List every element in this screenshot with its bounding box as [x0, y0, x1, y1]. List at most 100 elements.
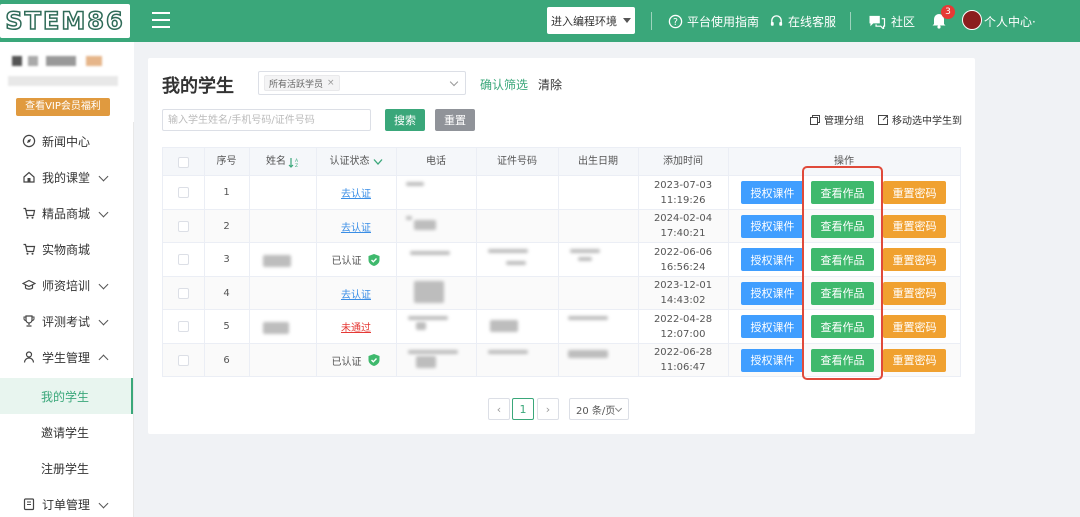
service-link[interactable]: 在线客服	[769, 12, 836, 30]
view-works-button[interactable]: 查看作品	[811, 281, 874, 305]
row-select-cell	[163, 243, 204, 276]
move-students-link[interactable]: 移动选中学生到	[878, 112, 962, 127]
view-works-button[interactable]: 查看作品	[811, 214, 874, 238]
reset-password-button[interactable]: 重置密码	[883, 315, 946, 338]
verify-link[interactable]: 去认证	[341, 286, 371, 301]
reset-password-button[interactable]: 重置密码	[883, 348, 946, 372]
confirm-filter-link[interactable]: 确认筛选	[480, 76, 528, 93]
user-center-label: 个人中心·	[984, 14, 1036, 29]
student-name	[249, 176, 316, 209]
manage-group-link[interactable]: 管理分组	[810, 112, 864, 127]
sidebar-item-exams[interactable]: 评测考试	[0, 303, 133, 339]
col-header-name[interactable]: 姓名 AZ	[249, 148, 316, 176]
search-input[interactable]	[162, 109, 371, 131]
page-size-select[interactable]: 20 条/页	[569, 398, 629, 420]
authorize-courseware-button[interactable]: 授权课件	[741, 281, 804, 305]
col-divider	[204, 148, 205, 376]
student-filter-select[interactable]: 所有活跃学员 ×	[258, 71, 466, 95]
authorize-courseware-button[interactable]: 授权课件	[741, 348, 804, 372]
verified-status: 已认证	[332, 353, 381, 368]
col-header-cert-label: 认证状态	[329, 156, 370, 167]
sidebar-item-student-management[interactable]: 学生管理	[0, 339, 133, 375]
vip-benefits-button[interactable]: 查看VIP会员福利	[16, 98, 110, 116]
table-header: 序号 姓名 AZ 认证状态 电话 证件号码 出生日期 添加时间 操作	[163, 148, 960, 176]
cert-status: 已认证	[316, 243, 396, 276]
authorize-courseware-button[interactable]: 授权课件	[741, 248, 804, 271]
view-works-button[interactable]: 查看作品	[811, 348, 874, 372]
reset-password-button[interactable]: 重置密码	[883, 248, 946, 271]
sidebar-subitem-invite-students[interactable]: 邀请学生	[0, 414, 133, 450]
verify-link[interactable]: 去认证	[341, 219, 371, 234]
menu-toggle-icon[interactable]	[152, 12, 170, 28]
sidebar-subitem-register-students[interactable]: 注册学生	[0, 450, 133, 486]
blurred-value	[488, 349, 528, 354]
reset-password-button[interactable]: 重置密码	[883, 281, 946, 305]
blurred-value	[263, 322, 289, 334]
row-select-cell	[163, 344, 204, 377]
id-number-cell	[476, 243, 558, 276]
authorize-courseware-button[interactable]: 授权课件	[741, 181, 804, 204]
guide-link[interactable]: ? 平台使用指南	[668, 12, 759, 30]
logo[interactable]: STEM86	[0, 4, 130, 38]
row-checkbox[interactable]	[178, 287, 189, 299]
col-header-cert[interactable]: 认证状态	[316, 148, 396, 176]
col-header-phone: 电话	[426, 156, 446, 167]
community-link[interactable]: 社区	[867, 12, 915, 30]
select-all-checkbox[interactable]	[178, 156, 189, 168]
verified-label: 已认证	[331, 356, 362, 368]
sidebar-item-orders[interactable]: 订单管理	[0, 486, 133, 517]
sidebar-item-classroom[interactable]: 我的课堂	[0, 159, 133, 195]
authorize-courseware-button[interactable]: 授权课件	[741, 315, 804, 338]
page-number-button[interactable]: 1	[512, 398, 534, 420]
sidebar-item-teacher-training[interactable]: 师资培训	[0, 267, 133, 303]
notification-bell[interactable]: 3	[930, 5, 955, 31]
notification-badge: 3	[941, 5, 955, 19]
blurred-value	[568, 316, 608, 320]
clear-filter-link[interactable]: 清除	[538, 76, 562, 93]
row-number: 1	[223, 187, 230, 198]
view-works-button[interactable]: 查看作品	[811, 248, 874, 271]
programming-env-button[interactable]: 进入编程环境	[547, 7, 635, 34]
phone-cell	[396, 210, 476, 243]
help-icon: ?	[668, 14, 683, 28]
copy-icon	[810, 114, 820, 125]
sidebar-item-news[interactable]: 新闻中心	[0, 123, 133, 159]
close-icon[interactable]: ×	[327, 78, 335, 88]
sidebar-subitem-my-students[interactable]: 我的学生	[0, 378, 133, 414]
row-checkbox[interactable]	[178, 254, 189, 265]
svg-text:?: ?	[673, 16, 678, 27]
chat-icon	[869, 15, 886, 29]
row-select-cell	[163, 176, 204, 209]
trophy-icon	[22, 314, 36, 328]
sidebar-subitem-label: 邀请学生	[41, 425, 90, 440]
verify-link[interactable]: 去认证	[341, 185, 371, 200]
sidebar-item-label: 我的课堂	[42, 170, 91, 185]
row-checkbox[interactable]	[178, 354, 189, 366]
sidebar-item-label: 学生管理	[42, 350, 91, 365]
phone-cell	[396, 277, 476, 310]
verify-failed-link[interactable]: 未通过	[341, 319, 371, 334]
sidebar-item-physical-shop[interactable]: 实物商城	[0, 231, 133, 267]
row-checkbox[interactable]	[178, 187, 189, 198]
prev-page-button[interactable]: ‹	[488, 398, 510, 420]
student-name	[249, 344, 316, 377]
view-works-button[interactable]: 查看作品	[811, 181, 874, 204]
added-time: 2022-06-28 11:06:47	[638, 344, 728, 377]
reset-password-button[interactable]: 重置密码	[883, 214, 946, 238]
divider	[850, 12, 851, 30]
verified-label: 已认证	[331, 256, 362, 267]
user-center-link[interactable]: 个人中心·	[984, 12, 1036, 30]
row-checkbox[interactable]	[178, 220, 189, 232]
verified-shield-icon	[368, 253, 379, 266]
reset-password-button[interactable]: 重置密码	[883, 181, 946, 204]
row-checkbox[interactable]	[178, 321, 189, 332]
select-all-cell	[163, 148, 204, 176]
chevron-down-icon	[449, 77, 459, 87]
next-page-button[interactable]: ›	[537, 398, 559, 420]
search-button[interactable]: 搜索	[385, 109, 425, 131]
sidebar-item-premium-shop[interactable]: 精品商城	[0, 195, 133, 231]
avatar[interactable]	[962, 10, 982, 30]
reset-button[interactable]: 重置	[435, 109, 475, 131]
view-works-button[interactable]: 查看作品	[811, 315, 874, 338]
authorize-courseware-button[interactable]: 授权课件	[741, 214, 804, 238]
